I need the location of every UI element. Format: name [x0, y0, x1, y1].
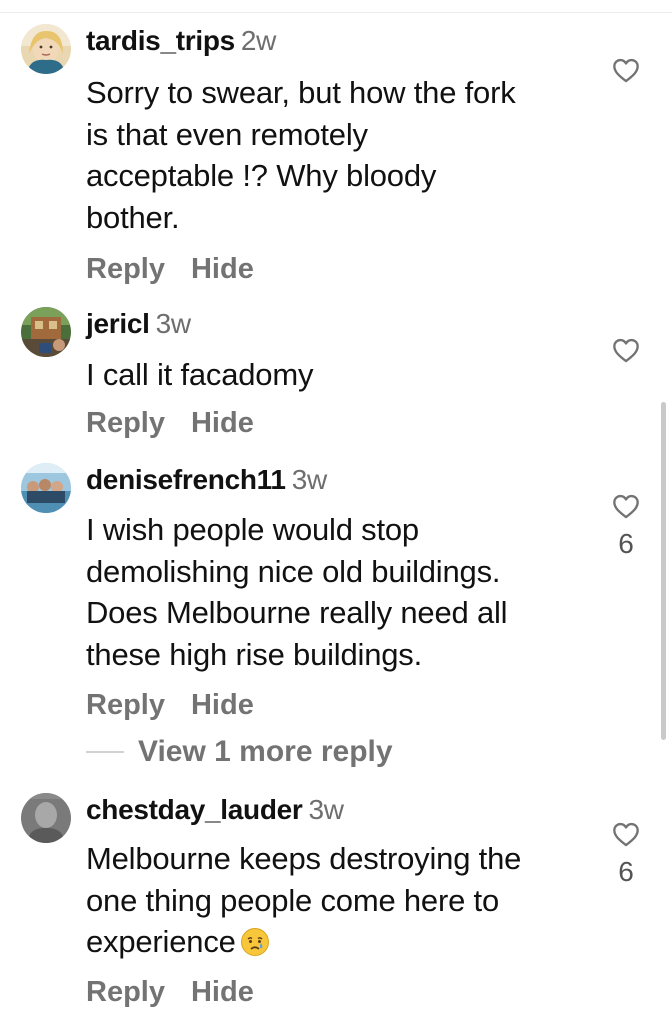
comment-actions: Reply Hide: [86, 975, 254, 1009]
reply-button[interactable]: Reply: [86, 688, 165, 722]
comment-age: 3w: [291, 464, 328, 495]
reply-button[interactable]: Reply: [86, 406, 165, 440]
avatar[interactable]: [21, 307, 71, 357]
comment-text: Sorry to swear, but how the fork is that…: [86, 72, 586, 238]
comment-line: acceptable !? Why bloody: [86, 158, 437, 193]
like-button[interactable]: 6: [608, 493, 644, 561]
heart-icon: [613, 58, 639, 83]
comment-line: is that even remotely: [86, 116, 368, 152]
comment-age: 3w: [155, 308, 192, 339]
comment-header: chestday_lauder 3w: [86, 793, 344, 827]
comment-line: Does Melbourne really need all: [86, 595, 508, 630]
avatar[interactable]: [21, 463, 71, 513]
username[interactable]: tardis_trips: [86, 25, 235, 56]
view-more-replies[interactable]: View 1 more reply: [86, 730, 393, 774]
like-count: 6: [618, 856, 634, 887]
comment-age: 3w: [308, 794, 345, 825]
comment-actions: Reply Hide: [86, 252, 254, 286]
hide-button[interactable]: Hide: [191, 252, 254, 286]
hide-button[interactable]: Hide: [191, 688, 254, 722]
comment-line: one thing people come here to: [86, 882, 500, 918]
crying-face-emoji-icon: [240, 926, 270, 956]
like-count: 6: [618, 528, 634, 559]
comment-line: experience: [86, 924, 236, 959]
comment-text: I call it facadomy: [86, 354, 586, 396]
comment-line: Melbourne keeps destroying the: [86, 841, 522, 876]
comment-text: Melbourne keeps destroying the one thing…: [86, 838, 586, 963]
top-divider: [0, 12, 672, 13]
username[interactable]: jericl: [86, 308, 150, 339]
reply-button[interactable]: Reply: [86, 975, 165, 1009]
reply-thread-line: [86, 751, 124, 753]
comment-header: tardis_trips 2w: [86, 24, 276, 58]
comment-line: these high rise buildings.: [86, 636, 423, 672]
comment-line: Sorry to swear, but how the fork: [86, 75, 516, 110]
comment-line: demolishing nice old buildings.: [86, 553, 501, 589]
hide-button[interactable]: Hide: [191, 406, 254, 440]
heart-icon: [613, 494, 639, 519]
heart-icon: [613, 822, 639, 847]
avatar[interactable]: [21, 24, 71, 74]
reply-button[interactable]: Reply: [86, 252, 165, 286]
comment-text: I wish people would stop demolishing nic…: [86, 509, 586, 675]
username[interactable]: chestday_lauder: [86, 794, 303, 825]
comment-line: bother.: [86, 199, 180, 235]
username[interactable]: denisefrench11: [86, 464, 286, 495]
comment-line: I call it facadomy: [86, 357, 314, 392]
like-button[interactable]: [608, 337, 644, 363]
like-button[interactable]: [608, 57, 644, 83]
scrollbar[interactable]: [661, 402, 666, 740]
avatar[interactable]: [21, 793, 71, 843]
comment-line-with-emoji: experience: [86, 921, 586, 963]
comment-header: jericl 3w: [86, 307, 191, 341]
like-button[interactable]: 6: [608, 821, 644, 889]
heart-icon: [613, 338, 639, 363]
comment-actions: Reply Hide: [86, 406, 254, 440]
comment-actions: Reply Hide: [86, 688, 254, 722]
view-more-label: View 1 more reply: [138, 735, 393, 768]
hide-button[interactable]: Hide: [191, 975, 254, 1009]
comment-header: denisefrench11 3w: [86, 463, 327, 497]
comment-line: I wish people would stop: [86, 512, 419, 547]
comment-age: 2w: [240, 25, 277, 56]
